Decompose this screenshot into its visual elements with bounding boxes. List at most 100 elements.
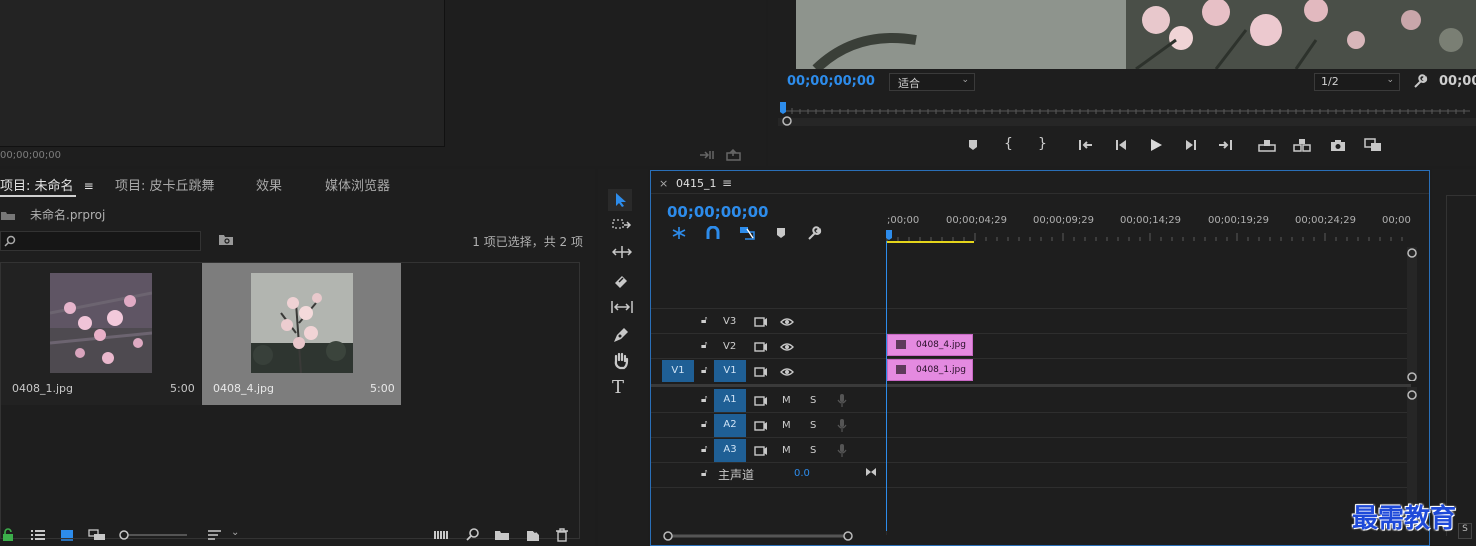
folder-up-icon[interactable]: [0, 209, 16, 221]
solo-meter-button[interactable]: S: [1458, 523, 1472, 539]
source-patch-v1[interactable]: V1: [662, 360, 694, 382]
eye-icon[interactable]: [780, 367, 794, 377]
master-volume[interactable]: 0.0: [794, 468, 810, 479]
sync-lock-icon[interactable]: [754, 395, 768, 406]
lock-icon[interactable]: 🔓︎: [701, 315, 707, 326]
step-back-icon[interactable]: [1114, 138, 1128, 152]
sync-lock-icon[interactable]: [754, 316, 768, 327]
lock-icon[interactable]: 🔓︎: [701, 444, 707, 455]
tab-media-browser[interactable]: 媒体浏览器: [325, 175, 390, 194]
solo-button[interactable]: S: [810, 420, 816, 431]
go-to-edit-icon[interactable]: [865, 467, 877, 477]
ripple-edit-tool[interactable]: [612, 245, 632, 259]
program-duration-timecode: 00;00: [1439, 74, 1476, 89]
lock-icon[interactable]: 🔓︎: [701, 365, 707, 376]
wrench-icon[interactable]: [807, 226, 822, 241]
panel-menu-icon[interactable]: ≡: [84, 179, 94, 193]
timeline-ruler[interactable]: [885, 229, 1407, 243]
linked-selection-icon[interactable]: [739, 226, 755, 240]
tab-effects[interactable]: 效果: [256, 175, 282, 194]
lock-icon[interactable]: 🔓︎: [701, 394, 707, 405]
new-item-icon[interactable]: [526, 528, 540, 542]
step-forward-icon[interactable]: [1184, 138, 1198, 152]
mark-out-icon[interactable]: }: [1038, 136, 1047, 152]
type-tool[interactable]: T: [612, 377, 624, 398]
zoom-slider[interactable]: [119, 530, 189, 540]
lock-icon[interactable]: 🔓︎: [701, 419, 707, 430]
mute-button[interactable]: M: [782, 420, 791, 431]
tab-project-untitled[interactable]: 项目: 未命名 ≡: [0, 175, 94, 194]
project-item[interactable]: 0408_1.jpg 5:00: [1, 263, 201, 405]
sync-lock-icon[interactable]: [754, 420, 768, 431]
camera-icon[interactable]: [1330, 138, 1346, 152]
playhead-line[interactable]: [886, 241, 887, 531]
extract-icon[interactable]: [1293, 138, 1311, 152]
icon-view-icon[interactable]: [60, 529, 74, 541]
microphone-icon[interactable]: [837, 393, 847, 408]
tab-project-pikachu[interactable]: 项目: 皮卡丘跳舞: [115, 175, 215, 194]
selection-tool[interactable]: [608, 189, 632, 211]
lift-icon[interactable]: [1258, 138, 1276, 152]
solo-button[interactable]: S: [810, 445, 816, 456]
find-icon[interactable]: [466, 528, 480, 542]
clip[interactable]: 0408_4.jpg: [887, 334, 973, 356]
timeline-timecode[interactable]: 00;00;00;00: [667, 203, 769, 221]
slip-tool[interactable]: [611, 299, 633, 315]
mute-button[interactable]: M: [782, 445, 791, 456]
track-a1: 🔓︎ A1 M S: [651, 388, 886, 412]
add-marker-icon[interactable]: [966, 138, 980, 152]
snap-icon[interactable]: [706, 226, 720, 240]
chevron-down-icon[interactable]: ⌄: [231, 527, 239, 538]
go-to-out-icon[interactable]: [1217, 138, 1233, 152]
horizontal-scrollbar[interactable]: [663, 531, 853, 541]
resolution-dropdown[interactable]: 1/2 ⌄: [1314, 73, 1400, 91]
close-icon[interactable]: ×: [659, 177, 668, 190]
lock-icon[interactable]: 🔓︎: [701, 468, 707, 479]
video-scrollbar[interactable]: [1407, 247, 1417, 381]
go-to-in-icon[interactable]: [1078, 138, 1094, 152]
program-timecode[interactable]: 00;00;00;00: [787, 74, 875, 89]
project-item[interactable]: 0408_4.jpg 5:00: [202, 263, 401, 405]
track-target-a3[interactable]: A3: [714, 439, 746, 462]
program-timeline-ruler[interactable]: [778, 100, 1476, 128]
sync-lock-icon[interactable]: [754, 341, 768, 352]
fit-dropdown[interactable]: 适合 ⌄: [889, 73, 975, 91]
play-icon[interactable]: [1148, 137, 1164, 153]
track-target-a2[interactable]: A2: [714, 414, 746, 437]
microphone-icon[interactable]: [837, 418, 847, 433]
source-insert-icon[interactable]: [699, 149, 715, 161]
lock-icon[interactable]: 🔓︎: [701, 340, 707, 351]
hand-tool[interactable]: [612, 352, 630, 370]
razor-tool[interactable]: [612, 273, 630, 289]
track-target-v1[interactable]: V1: [714, 360, 746, 382]
clip[interactable]: 0408_1.jpg: [887, 359, 973, 381]
sync-lock-icon[interactable]: [754, 366, 768, 377]
nest-sequence-icon[interactable]: [671, 226, 687, 240]
panel-menu-icon[interactable]: ≡: [722, 176, 732, 190]
automate-to-sequence-icon[interactable]: [433, 529, 451, 541]
sync-lock-icon[interactable]: [754, 445, 768, 456]
track-a2: 🔓︎ A2 M S: [651, 413, 886, 437]
trash-icon[interactable]: [555, 528, 569, 542]
sort-icon[interactable]: [207, 529, 223, 541]
track-select-tool[interactable]: [612, 218, 632, 232]
microphone-icon[interactable]: [837, 443, 847, 458]
list-view-icon[interactable]: [30, 529, 46, 541]
new-search-bin-icon[interactable]: [218, 233, 234, 246]
eye-icon[interactable]: [780, 317, 794, 327]
compare-view-icon[interactable]: [1364, 138, 1382, 152]
pen-tool[interactable]: [612, 326, 630, 344]
lock-icon[interactable]: [2, 528, 14, 542]
wrench-icon[interactable]: [1412, 74, 1428, 90]
sequence-tab[interactable]: 0415_1: [676, 177, 717, 190]
solo-button[interactable]: S: [810, 395, 816, 406]
search-input[interactable]: [0, 231, 201, 251]
mute-button[interactable]: M: [782, 395, 791, 406]
mark-in-icon[interactable]: {: [1004, 136, 1013, 152]
eye-icon[interactable]: [780, 342, 794, 352]
freeform-view-icon[interactable]: [88, 529, 106, 541]
new-bin-icon[interactable]: [494, 529, 510, 541]
source-export-frame-icon[interactable]: [726, 149, 742, 161]
track-target-a1[interactable]: A1: [714, 389, 746, 412]
add-marker-icon[interactable]: [775, 227, 787, 240]
